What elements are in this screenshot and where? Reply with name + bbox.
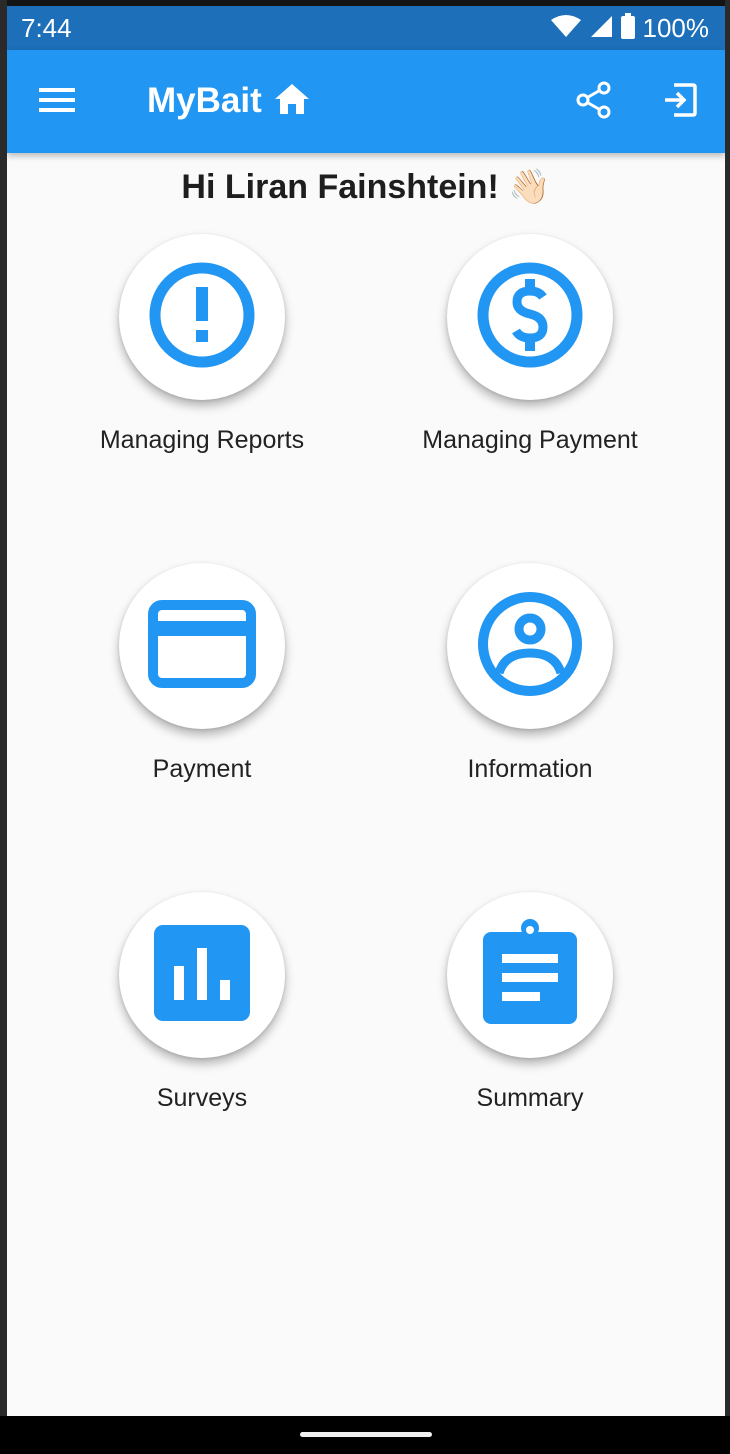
battery-level: 100% (642, 13, 710, 43)
bar-chart-icon (153, 924, 251, 1027)
tile-managing-payment[interactable]: Managing Payment (380, 234, 680, 484)
status-time: 7:44 (21, 13, 72, 43)
tile-managing-reports[interactable]: Managing Reports (52, 234, 352, 484)
tile-information[interactable]: Information (380, 563, 680, 813)
status-bar: 7:44 100% (7, 6, 725, 50)
app-title: MyBait (147, 81, 262, 120)
tile-label: Summary (476, 1084, 584, 1112)
tile-circle (447, 563, 613, 729)
tile-summary[interactable]: Summary (380, 892, 680, 1142)
device-frame: 7:44 100% MyBait Hi Liran Fainshtein! 👋🏻… (0, 0, 730, 1454)
home-gesture-bar[interactable] (300, 1432, 432, 1437)
device-edge-right (725, 0, 730, 1454)
tile-circle (119, 892, 285, 1058)
tile-circle (119, 563, 285, 729)
tile-label: Information (467, 755, 593, 783)
share-icon (575, 81, 613, 124)
menu-icon (39, 87, 75, 118)
device-edge-left (0, 0, 7, 1454)
greeting-text: Hi Liran Fainshtein! 👋🏻 (181, 168, 551, 206)
tile-label: Managing Reports (99, 426, 305, 454)
alert-circle-icon (147, 260, 257, 375)
app-bar: MyBait (7, 50, 725, 153)
signal-icon (589, 14, 613, 43)
logout-icon (662, 82, 698, 123)
battery-icon (620, 12, 635, 44)
app-title-group: MyBait (147, 78, 310, 124)
menu-button[interactable] (33, 80, 81, 124)
status-icons: 100% (550, 12, 710, 44)
wifi-icon (550, 14, 581, 43)
tile-circle (447, 234, 613, 400)
logout-button[interactable] (655, 78, 705, 126)
app-screen: 7:44 100% MyBait Hi Liran Fainshtein! 👋🏻… (7, 6, 725, 1416)
tile-circle (119, 234, 285, 400)
tile-label: Surveys (156, 1084, 248, 1112)
dollar-circle-icon (475, 260, 585, 375)
tile-payment[interactable]: Payment (52, 563, 352, 813)
clipboard-icon (480, 918, 580, 1033)
tile-surveys[interactable]: Surveys (52, 892, 352, 1142)
share-button[interactable] (569, 78, 619, 126)
credit-card-icon (147, 599, 257, 694)
tile-label: Managing Payment (422, 426, 638, 454)
tile-label: Payment (152, 755, 252, 783)
tile-circle (447, 892, 613, 1058)
system-nav-bar (0, 1416, 730, 1454)
home-icon (274, 83, 310, 120)
account-circle-icon (475, 589, 585, 704)
